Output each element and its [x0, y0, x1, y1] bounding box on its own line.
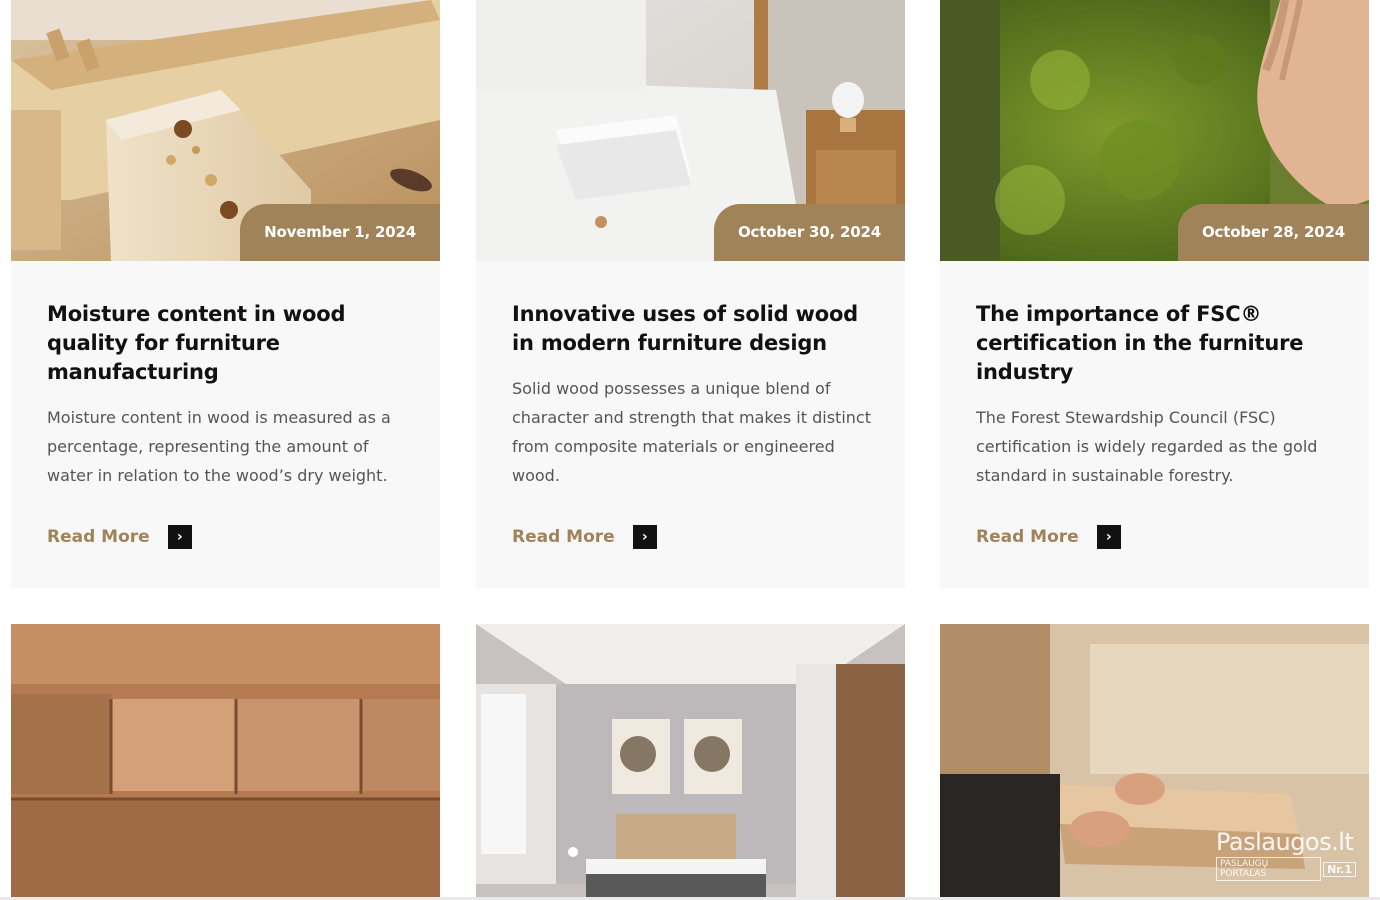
chevron-right-icon: ›	[1096, 525, 1121, 549]
post-title[interactable]: The importance of FSC® certification in …	[976, 300, 1336, 387]
post-excerpt: Solid wood possesses a unique blend of c…	[512, 379, 871, 485]
post-date-badge: November 1, 2024	[240, 204, 440, 261]
blog-card	[11, 624, 440, 900]
post-title[interactable]: Moisture content in wood quality for fur…	[47, 300, 407, 387]
watermark-brand: Paslaugos.lt	[1216, 828, 1354, 856]
paslaugos-watermark: Paslaugos.lt PASLAUGŲ PORTALAS Nr.1	[1216, 828, 1356, 881]
read-more-label: Read More	[512, 527, 615, 547]
post-title[interactable]: Innovative uses of solid wood in modern …	[512, 300, 872, 358]
read-more-label: Read More	[976, 527, 1079, 547]
post-date-badge: October 28, 2024	[1178, 204, 1369, 261]
post-image-moss-tree[interactable]: October 28, 2024	[940, 0, 1369, 261]
post-image-modern-bedroom[interactable]	[476, 624, 905, 900]
post-image-lumber-stack[interactable]	[11, 624, 440, 900]
blog-grid: November 1, 2024 Moisture content in woo…	[0, 0, 1380, 900]
read-more-link[interactable]: Read More ›	[47, 525, 192, 549]
blog-card	[476, 624, 905, 900]
post-excerpt: The Forest Stewardship Council (FSC) cer…	[976, 408, 1318, 485]
post-body: Moisture content in wood quality for fur…	[47, 300, 407, 490]
read-more-link[interactable]: Read More ›	[976, 525, 1121, 549]
post-image-wood-dowels[interactable]: November 1, 2024	[11, 0, 440, 261]
post-body: The importance of FSC® certification in …	[976, 300, 1336, 490]
chevron-right-icon: ›	[167, 525, 192, 549]
blog-card: October 30, 2024 Innovative uses of soli…	[476, 0, 905, 588]
post-excerpt: Moisture content in wood is measured as …	[47, 408, 391, 485]
blog-card: October 28, 2024 The importance of FSC® …	[940, 0, 1369, 588]
post-image-bedroom-bed[interactable]: October 30, 2024	[476, 0, 905, 261]
post-body: Innovative uses of solid wood in modern …	[512, 300, 872, 490]
watermark-tagline-row: PASLAUGŲ PORTALAS Nr.1	[1216, 857, 1356, 881]
blog-card: November 1, 2024 Moisture content in woo…	[11, 0, 440, 588]
read-more-label: Read More	[47, 527, 150, 547]
chevron-right-icon: ›	[632, 525, 657, 549]
watermark-rank: Nr.1	[1323, 861, 1356, 877]
post-date-badge: October 30, 2024	[714, 204, 905, 261]
read-more-link[interactable]: Read More ›	[512, 525, 657, 549]
watermark-tagline: PASLAUGŲ PORTALAS	[1216, 857, 1322, 881]
